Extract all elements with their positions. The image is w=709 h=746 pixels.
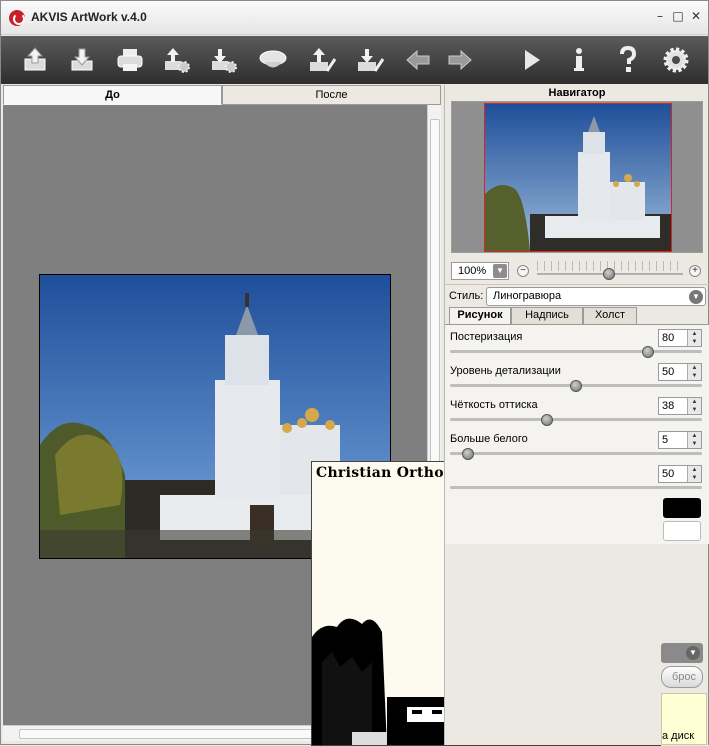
window-title: AKVIS ArtWork v.4.0 <box>31 10 147 24</box>
save-strokes-icon[interactable] <box>354 44 386 76</box>
spin-down-icon[interactable]: ▼ <box>687 474 701 482</box>
zoom-in-button[interactable]: + <box>689 265 701 277</box>
chevron-down-icon[interactable]: ▼ <box>686 646 700 660</box>
param-spinbox[interactable]: 38 ▲ ▼ <box>658 397 702 415</box>
param-label: Чёткость оттиска <box>450 399 538 411</box>
navigator-title: Навигатор <box>548 87 606 99</box>
close-button[interactable]: ✕ <box>689 9 703 23</box>
param-posterization: Постеризация 80 ▲ ▼ <box>450 327 702 361</box>
param-value: 50 <box>662 366 675 378</box>
tab-canvas[interactable]: Холст <box>583 307 637 324</box>
title-bar: AKVIS ArtWork v.4.0 – □ ✕ <box>1 1 708 35</box>
style-value: Линогравюра <box>493 290 562 302</box>
param-spinbox[interactable]: 80 ▲ ▼ <box>658 329 702 347</box>
import-preset-icon[interactable] <box>161 44 193 76</box>
param-label: Постеризация <box>450 331 523 343</box>
style-row: Стиль: Линогравюра ▼ <box>449 287 706 307</box>
param-detail-level: Уровень детализации 50 ▲ ▼ <box>450 361 702 395</box>
info-icon[interactable] <box>563 44 595 76</box>
param-more-white: Больше белого 5 ▲ ▼ <box>450 429 702 463</box>
param-spinbox[interactable]: 50 ▲ ▼ <box>658 465 702 483</box>
toolbar <box>1 36 708 84</box>
zoom-controls: 100% ▼ − + <box>451 261 703 281</box>
param-slider[interactable] <box>450 350 702 353</box>
preset-select[interactable]: ▼ <box>661 643 703 663</box>
style-label: Стиль: <box>449 290 484 302</box>
akvis-logo-icon <box>9 10 25 26</box>
chevron-down-icon[interactable]: ▼ <box>689 290 703 304</box>
style-select[interactable]: Линогравюра ▼ <box>486 287 706 306</box>
paper-color-swatch[interactable] <box>663 521 701 541</box>
export-preset-icon[interactable] <box>208 44 240 76</box>
settings-icon[interactable] <box>660 44 692 76</box>
spin-up-icon[interactable]: ▲ <box>687 466 701 474</box>
zoom-select[interactable]: 100% ▼ <box>451 262 509 280</box>
tab-after[interactable]: После <box>222 85 441 105</box>
param-value: 50 <box>662 468 675 480</box>
param-value: 5 <box>662 434 669 446</box>
ink-bottle-icon[interactable] <box>257 44 289 76</box>
redo-icon[interactable] <box>444 44 476 76</box>
reset-button[interactable]: брос <box>661 666 703 688</box>
param-label: Уровень детализации <box>450 365 561 377</box>
print-icon[interactable] <box>114 44 146 76</box>
spin-down-icon[interactable]: ▼ <box>687 440 701 448</box>
param-hidden: 50 ▲ ▼ <box>450 463 702 497</box>
open-image-icon[interactable] <box>19 44 51 76</box>
tab-drawing[interactable]: Рисунок <box>449 307 511 325</box>
zoom-out-button[interactable]: − <box>517 265 529 277</box>
save-to-disk-tip: а диск <box>661 693 707 745</box>
chevron-down-icon[interactable]: ▼ <box>493 264 507 278</box>
spin-down-icon[interactable]: ▼ <box>687 372 701 380</box>
maximize-button[interactable]: □ <box>671 9 685 23</box>
spin-up-icon[interactable]: ▲ <box>687 432 701 440</box>
app-window: AKVIS ArtWork v.4.0 – □ ✕ До После Chris… <box>0 0 709 746</box>
param-slider-knob[interactable] <box>570 380 582 392</box>
spin-down-icon[interactable]: ▼ <box>687 406 701 414</box>
param-slider[interactable] <box>450 418 702 421</box>
param-slider-knob[interactable] <box>642 346 654 358</box>
param-slider-knob[interactable] <box>462 448 474 460</box>
ink-color-swatch[interactable] <box>663 498 701 518</box>
param-slider[interactable] <box>450 452 702 455</box>
tab-text[interactable]: Надпись <box>511 307 583 324</box>
param-spinbox[interactable]: 5 ▲ ▼ <box>658 431 702 449</box>
undo-icon[interactable] <box>402 44 434 76</box>
param-slider[interactable] <box>450 486 702 489</box>
divider <box>445 284 709 285</box>
spin-up-icon[interactable]: ▲ <box>687 330 701 338</box>
param-value: 38 <box>662 400 675 412</box>
param-slider-knob[interactable] <box>541 414 554 426</box>
minimize-button[interactable]: – <box>653 9 667 23</box>
tab-before[interactable]: До <box>3 85 222 105</box>
param-spinbox[interactable]: 50 ▲ ▼ <box>658 363 702 381</box>
zoom-value: 100% <box>458 265 487 277</box>
view-tabs: До После <box>3 85 441 105</box>
spin-up-icon[interactable]: ▲ <box>687 364 701 372</box>
zoom-slider-knob[interactable] <box>603 268 615 280</box>
save-image-icon[interactable] <box>66 44 98 76</box>
param-print-sharpness: Чёткость оттиска 38 ▲ ▼ <box>450 395 702 429</box>
navigator-viewport[interactable] <box>484 103 672 252</box>
help-icon[interactable] <box>612 44 644 76</box>
load-strokes-icon[interactable] <box>306 44 338 76</box>
spin-up-icon[interactable]: ▲ <box>687 398 701 406</box>
navigator-preview[interactable] <box>451 101 703 253</box>
param-value: 80 <box>662 332 675 344</box>
param-label: Больше белого <box>450 433 528 445</box>
tip-text: а диск <box>662 730 695 742</box>
run-icon[interactable] <box>515 44 547 76</box>
spin-down-icon[interactable]: ▼ <box>687 338 701 346</box>
param-tabs: Рисунок Надпись Холст <box>449 307 705 325</box>
